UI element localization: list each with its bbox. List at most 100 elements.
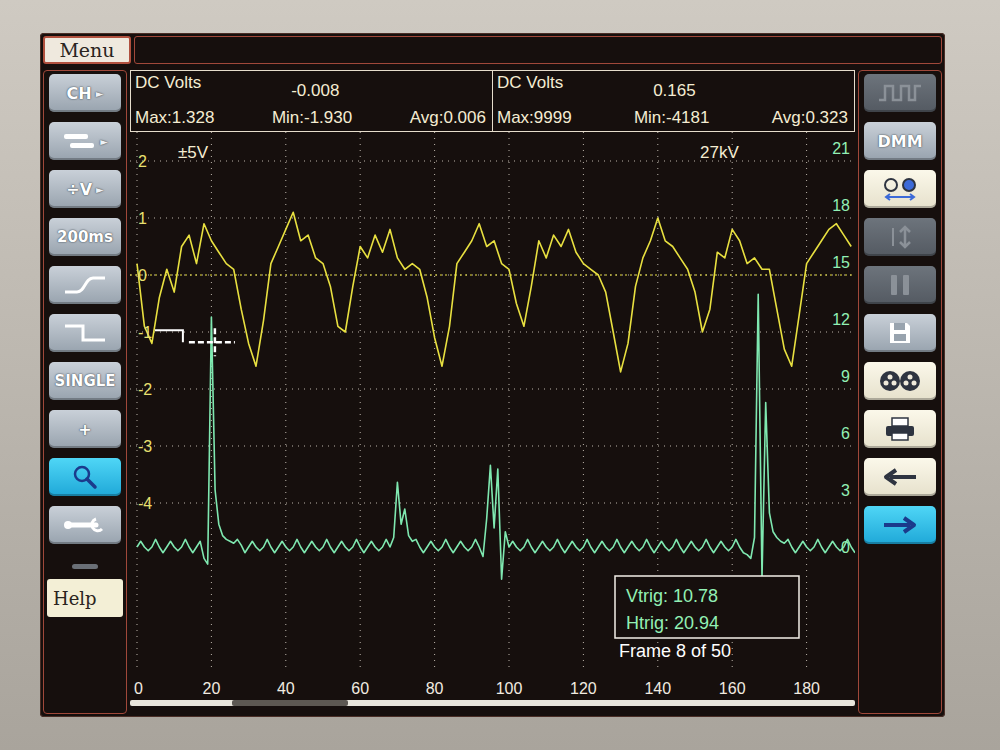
- kilovolt-trace: [137, 294, 855, 579]
- button-label: DMM: [877, 132, 922, 151]
- left-tool-button[interactable]: ÷V►: [49, 170, 121, 208]
- grid: [130, 132, 855, 672]
- time-axis-tick: 40: [277, 680, 295, 697]
- left-tool-button[interactable]: 200ms: [49, 218, 121, 256]
- submenu-arrow: ►: [96, 88, 104, 99]
- left-tool-button[interactable]: +: [49, 410, 121, 448]
- readout-title: DC Volts: [135, 73, 201, 93]
- display-area: DC Volts -0.008 Max:1.328 Min:-1.930 Avg:0.0…: [130, 70, 855, 714]
- left-tool-button[interactable]: [49, 314, 121, 352]
- button-label: +: [78, 420, 91, 439]
- readout-panel: DC Volts 0.165 Max:9999Min:-4181Avg:0.323: [492, 71, 854, 131]
- wrench-icon: [62, 515, 108, 535]
- button-label: SINGLE: [54, 372, 115, 390]
- right-tool-button[interactable]: [864, 218, 936, 256]
- scrollbar-thumb[interactable]: [232, 700, 348, 706]
- frame-scrollbar[interactable]: [130, 700, 855, 706]
- left-toolbar: CH ► ► ÷V► 200ms SINGLE + Help: [43, 70, 127, 714]
- time-axis-tick: 140: [644, 680, 671, 697]
- left-axis-tick: 2: [138, 153, 147, 170]
- up-down-icon: [885, 224, 915, 250]
- button-label: ÷V: [66, 180, 92, 199]
- time-axis-tick: 80: [426, 680, 444, 697]
- right-tool-button[interactable]: [864, 410, 936, 448]
- left-tool-button[interactable]: SINGLE: [49, 362, 121, 400]
- tape-reel-icon: [878, 368, 922, 394]
- scope-bezel: Menu CH ► ► ÷V► 200ms SINGLE + Help DC Volts -0.00…: [0, 0, 1000, 750]
- readout-panel: DC Volts -0.008 Max:1.328 Min:-1.930 Avg:0.0…: [131, 71, 492, 131]
- floppy-disk-icon: [887, 320, 913, 346]
- menu-button[interactable]: Menu: [43, 36, 131, 64]
- right-tool-button[interactable]: [864, 314, 936, 352]
- vtrig-label: Vtrig: 10.78: [626, 586, 718, 606]
- right-axis-tick: 12: [832, 311, 850, 328]
- magnifier-icon: [72, 464, 98, 490]
- button-label: CH: [67, 84, 92, 103]
- right-axis-tick: 0: [841, 539, 850, 556]
- right-scale-label: 27kV: [700, 143, 739, 162]
- time-axis-tick: 0: [134, 680, 143, 697]
- right-tool-button[interactable]: [864, 266, 936, 304]
- right-tool-button[interactable]: [864, 74, 936, 112]
- right-axis-tick: 3: [841, 482, 850, 499]
- right-axis-tick: 15: [832, 254, 850, 271]
- left-axis-tick: 0: [138, 267, 147, 284]
- left-tool-button[interactable]: CH ►: [49, 74, 121, 112]
- readout-max: Max:9999: [497, 108, 572, 128]
- readout-title: DC Volts: [497, 73, 563, 93]
- top-bar: Menu: [43, 36, 942, 64]
- button-label: 200ms: [57, 228, 113, 246]
- channel-swap-icon: [880, 176, 920, 202]
- right-axis-tick: 9: [841, 368, 850, 385]
- time-axis-tick: 180: [793, 680, 820, 697]
- htrig-label: Htrig: 20.94: [626, 613, 719, 633]
- rising-slope-icon: [63, 273, 107, 297]
- readout-stats: Max:1.328 Min:-1.930 Avg:0.006: [135, 108, 486, 128]
- left-tool-button[interactable]: [49, 506, 121, 544]
- right-tool-button[interactable]: DMM: [864, 122, 936, 160]
- time-axis-tick: 60: [351, 680, 369, 697]
- title-bar: [134, 36, 942, 64]
- main-area: CH ► ► ÷V► 200ms SINGLE + Help DC Volts -0.008 Max…: [43, 70, 942, 714]
- help-button[interactable]: Help: [47, 579, 123, 617]
- arrow-left-icon: [880, 466, 920, 488]
- time-axis-tick: 160: [719, 680, 746, 697]
- left-scale-label: ±5V: [178, 143, 209, 162]
- waveform-plot[interactable]: 210-1-2-3-421181512963002040608010012014…: [130, 132, 855, 698]
- readout-row: DC Volts -0.008 Max:1.328 Min:-1.930 Avg:0.0…: [130, 70, 855, 132]
- left-axis-tick: -1: [138, 324, 152, 341]
- left-tool-button[interactable]: [49, 266, 121, 304]
- left-axis-tick: -4: [138, 495, 152, 512]
- time-axis-tick: 120: [570, 680, 597, 697]
- scope-screen: Menu CH ► ► ÷V► 200ms SINGLE + Help DC Volts -0.00…: [40, 33, 945, 717]
- frame-label: Frame 8 of 50: [619, 641, 731, 661]
- right-tool-button[interactable]: [864, 458, 936, 496]
- time-axis-tick: 100: [496, 680, 523, 697]
- left-axis-tick: -3: [138, 438, 152, 455]
- right-toolbar: DMM: [858, 70, 942, 714]
- trigger-step-icon: [63, 321, 107, 345]
- left-axis-tick: 1: [138, 210, 147, 227]
- right-tool-button[interactable]: [864, 170, 936, 208]
- pause-icon: [887, 272, 913, 298]
- readout-min: Min:-1.930: [272, 108, 352, 128]
- separator: [72, 564, 98, 569]
- submenu-arrow: ►: [100, 136, 108, 147]
- left-tool-button[interactable]: ►: [49, 122, 121, 160]
- readout-max: Max:1.328: [135, 108, 214, 128]
- left-axis-tick: -2: [138, 381, 152, 398]
- readout-value: 0.165: [653, 81, 696, 101]
- readout-value: -0.008: [291, 81, 339, 101]
- readout-stats: Max:9999Min:-4181Avg:0.323: [497, 108, 848, 128]
- time-axis-tick: 20: [203, 680, 221, 697]
- voltage-trace: [137, 212, 851, 372]
- trigger-marker[interactable]: [155, 328, 235, 356]
- probe-cable-icon: [62, 130, 96, 152]
- pulse-train-icon: [877, 81, 923, 105]
- readout-avg: Avg:0.323: [772, 108, 848, 128]
- right-tool-button[interactable]: [864, 362, 936, 400]
- right-axis-tick: 18: [832, 197, 850, 214]
- readout-avg: Avg:0.006: [410, 108, 486, 128]
- left-tool-button[interactable]: [49, 458, 121, 496]
- right-tool-button[interactable]: [864, 506, 936, 544]
